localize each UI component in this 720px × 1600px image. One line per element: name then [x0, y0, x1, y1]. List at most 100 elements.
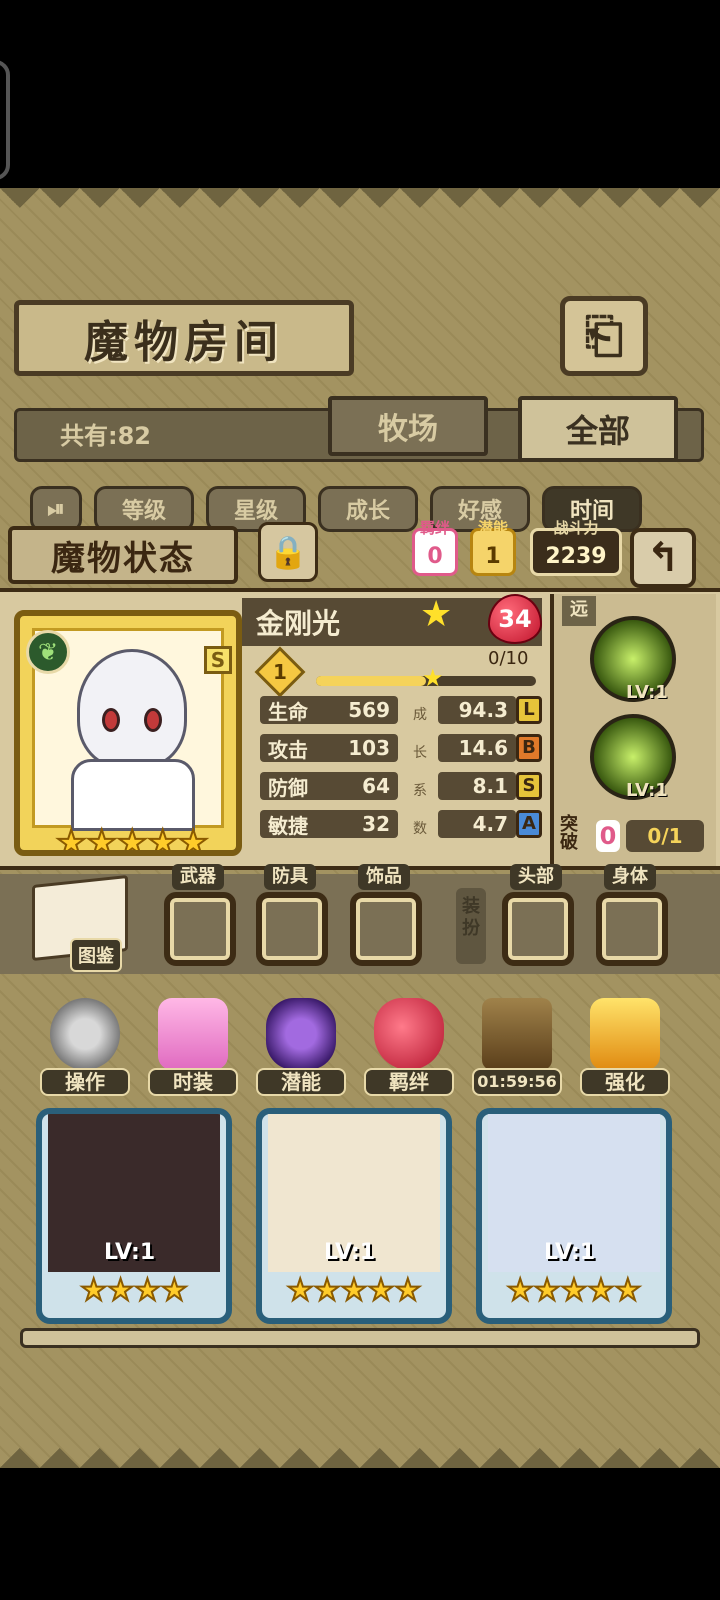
slot-label: 头部: [510, 864, 562, 890]
slot-weapon[interactable]: [164, 892, 236, 966]
break-progress[interactable]: 0/1: [626, 820, 704, 852]
break-count: 0: [596, 820, 620, 852]
monster-portrait: [77, 649, 187, 769]
refresh-timer: 01:59:56: [472, 1068, 562, 1096]
slot-label: 饰品: [358, 864, 410, 890]
potential-value: 1: [485, 544, 501, 569]
monster-stars: ★★★★: [42, 1273, 226, 1309]
codex-button[interactable]: 图鉴: [28, 874, 138, 972]
enhance-button[interactable]: 强化: [580, 998, 670, 1098]
skill-panel: 远 LV:1 LV:1 突破 0 0/1: [550, 594, 716, 866]
grade-badge-hp: L: [516, 696, 542, 724]
return-arrow-icon: ⎗: [584, 307, 624, 364]
bond-chip: 羁绊 0: [412, 519, 458, 576]
monster-card[interactable]: LV:1 ★★★★★: [476, 1108, 672, 1324]
skill-level: LV:1: [626, 682, 668, 703]
growth-label-char: 成: [413, 707, 427, 723]
status-bar-area: [0, 0, 720, 188]
star-icon: ★: [340, 1273, 369, 1309]
back-button[interactable]: ⎗: [560, 296, 648, 376]
eye-left: [102, 708, 120, 732]
power-value: 2239: [545, 544, 607, 569]
monster-card[interactable]: LV:1 ★★★★: [36, 1108, 232, 1324]
refresh-timer-button[interactable]: 01:59:56: [472, 998, 562, 1098]
sort-growth-button[interactable]: 成长: [318, 486, 418, 532]
stat-value: 569: [348, 698, 390, 722]
border-zigzag-top: [0, 188, 720, 228]
exp-fill: [316, 676, 426, 686]
monster-stars: ★★★★★: [262, 1273, 446, 1309]
close-status-button[interactable]: ↰: [630, 528, 696, 588]
star-icon: ★: [313, 1273, 342, 1309]
slot-head[interactable]: [502, 892, 574, 966]
bond-button[interactable]: 羁绊: [364, 998, 454, 1098]
action-label: 羁绊: [364, 1068, 454, 1096]
refresh-icon: [482, 998, 552, 1070]
star-icon: ★: [177, 823, 210, 856]
growth-label-char: 系: [413, 783, 427, 799]
potential-button[interactable]: 潜能: [256, 998, 346, 1098]
hearts-icon: [374, 998, 444, 1070]
power-label: 战斗力: [553, 519, 599, 537]
exp-star-icon: ★: [422, 664, 444, 692]
monster-level: LV:1: [104, 1240, 156, 1265]
tab-all[interactable]: 全部: [518, 396, 678, 462]
monster-card[interactable]: LV:1 ★★★★★: [256, 1108, 452, 1324]
star-icon: ★: [133, 1273, 162, 1309]
star-icon: ★: [116, 823, 149, 856]
monster-detail-panel: ❦ S ★ ★ ★ ★ ★ 金刚光 ★ 34 1 0/10 ★ 生命 569 攻击 103 …: [0, 588, 720, 870]
page-title: 魔物房间: [14, 300, 354, 376]
stat-row-agi: 敏捷 32: [260, 810, 398, 838]
bond-value: 0: [427, 544, 443, 569]
star-icon: ★: [613, 1273, 642, 1309]
monster-level: LV:1: [544, 1240, 596, 1265]
back-arrow-icon: ↰: [646, 535, 680, 581]
star-icon: ★: [420, 594, 453, 635]
slot-armor[interactable]: [256, 892, 328, 966]
range-tag: 远: [562, 596, 596, 626]
growth-def: 8.1: [438, 772, 516, 800]
rarity-badge: S: [204, 646, 232, 674]
roster-count: 共有:82: [60, 422, 151, 450]
star-icon: ★: [79, 1273, 108, 1309]
growth-label-char: 长: [413, 745, 427, 761]
status-banner: 魔物状态: [8, 526, 238, 584]
star-icon: ★: [160, 1273, 189, 1309]
growth-hp: 94.3: [438, 696, 516, 724]
slot-label: 防具: [264, 864, 316, 890]
operate-button[interactable]: 操作: [40, 998, 130, 1098]
stat-label: 防御: [268, 775, 308, 800]
outfit-vertical-label: 装扮: [456, 888, 486, 964]
star-icon: ★: [85, 823, 118, 856]
break-label: 突破: [560, 814, 578, 853]
monster-list: LV:1 ★★★★ LV:1 ★★★★★ LV:1 ★★★★★: [0, 1108, 720, 1328]
equipment-panel: 图鉴 武器 防具 饰品 装扮 头部 身体: [0, 864, 720, 974]
demon-icon: [266, 998, 336, 1070]
slot-body[interactable]: [596, 892, 668, 966]
grade-badge-def: S: [516, 772, 542, 800]
slot-accessory[interactable]: [350, 892, 422, 966]
tab-farm[interactable]: 牧场: [328, 396, 488, 456]
stat-value: 64: [362, 774, 390, 798]
fashion-button[interactable]: 时装: [148, 998, 238, 1098]
star-icon: ★: [393, 1273, 422, 1309]
side-handle[interactable]: [0, 60, 10, 180]
star-icon: ★: [506, 1273, 535, 1309]
exp-text: 0/10: [488, 648, 529, 669]
potential-label: 潜能: [477, 519, 508, 537]
star-icon: ★: [55, 823, 88, 856]
star-icon: ★: [366, 1273, 395, 1309]
monster-name: 金刚光: [256, 607, 341, 640]
game-screen: 魔物房间 ⎗ 共有:82 牧场 全部 ⏯ 等级 星级 成长 好感 时间 魔物状态…: [0, 188, 720, 1468]
portrait-body: [71, 759, 195, 831]
padlock-icon[interactable]: 🔒: [258, 522, 318, 582]
growth-label-char: 数: [413, 821, 427, 837]
stat-label: 攻击: [268, 737, 308, 762]
grade-badge-agi: A: [516, 810, 542, 838]
stat-row-def: 防御 64: [260, 772, 398, 800]
star-icon: ★: [286, 1273, 315, 1309]
codex-label: 图鉴: [70, 938, 122, 972]
outfit-icon: [158, 998, 228, 1070]
stat-value: 32: [362, 812, 390, 836]
monster-portrait-card[interactable]: ❦ S ★ ★ ★ ★ ★: [14, 610, 242, 856]
